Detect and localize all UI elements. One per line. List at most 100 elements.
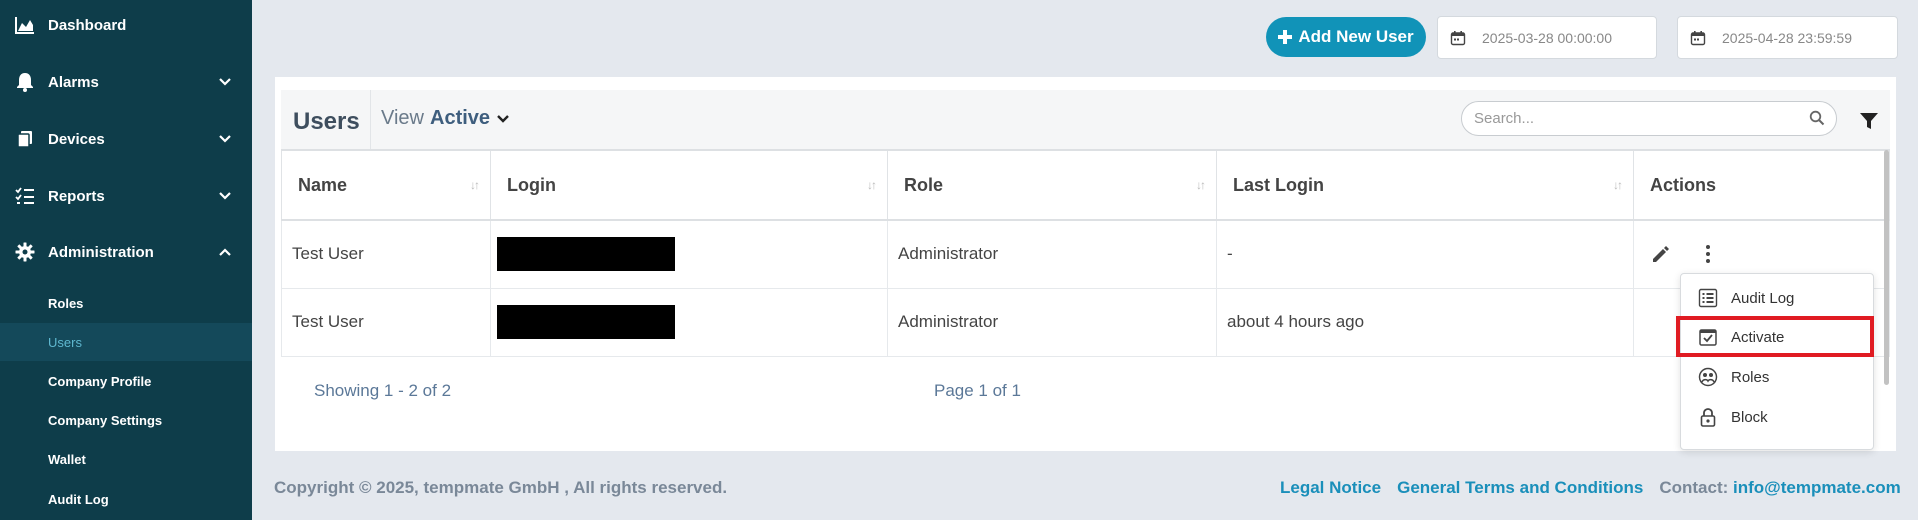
menu-item-audit-log[interactable]: Audit Log [1681, 278, 1873, 318]
column-label: Login [507, 174, 556, 195]
cell-last-login: - [1216, 219, 1634, 289]
date-to-picker[interactable]: 2025-04-28 23:59:59 [1677, 16, 1898, 59]
legal-notice-link[interactable]: Legal Notice [1280, 478, 1381, 498]
copyright-text: Copyright © 2025, tempmate GmbH , All ri… [274, 478, 728, 497]
cell-role: Administrator [887, 287, 1217, 357]
menu-item-activate[interactable]: Activate [1681, 317, 1873, 357]
redacted-login [497, 305, 675, 339]
nav-dashboard[interactable]: Dashboard [0, 5, 252, 45]
plus-icon [1278, 30, 1293, 44]
column-label: Last Login [1233, 174, 1324, 195]
list-check-icon [14, 185, 36, 207]
cell-login [490, 219, 888, 289]
sidebar-item-label: Audit Log [48, 491, 109, 507]
menu-item-label: Roles [1731, 368, 1770, 386]
page-title: Users [293, 108, 360, 135]
device-icon [14, 128, 36, 150]
menu-item-roles[interactable]: Roles [1681, 357, 1873, 397]
list-icon [1698, 288, 1718, 308]
sort-icon[interactable]: ↓↑ [1196, 178, 1206, 192]
redacted-login [497, 237, 675, 272]
cell-role: Administrator [887, 219, 1217, 289]
table-row: Test User Administrator about 4 hours ag… [281, 287, 1890, 357]
chevron-up-icon [219, 248, 231, 256]
chevron-down-icon [497, 114, 509, 123]
contact: Contact: info@tempmate.com [1659, 478, 1900, 498]
menu-item-label: Block [1731, 408, 1768, 426]
sidebar-item-company-profile[interactable]: Company Profile [0, 362, 252, 400]
row-actions-menu: Audit Log Activate Roles Block [1680, 273, 1874, 450]
sidebar-item-company-settings[interactable]: Company Settings [0, 401, 252, 439]
column-header-name[interactable]: Name ↓↑ [281, 149, 491, 221]
date-from-picker[interactable]: 2025-03-28 00:00:00 [1437, 16, 1657, 59]
cell-login [490, 287, 888, 357]
view-filter-dropdown[interactable]: View Active [381, 107, 510, 130]
menu-item-label: Activate [1731, 328, 1785, 346]
cell-name: Test User [281, 287, 491, 357]
gear-icon [14, 241, 36, 263]
chevron-down-icon [219, 135, 231, 143]
edit-pencil-icon[interactable] [1650, 243, 1672, 265]
lock-icon [1700, 408, 1716, 427]
page-indicator: Page 1 of 1 [934, 381, 1021, 400]
cell-last-login: about 4 hours ago [1216, 287, 1634, 357]
search-icon[interactable] [1809, 110, 1825, 126]
date-to-value: 2025-04-28 23:59:59 [1722, 29, 1852, 46]
sidebar-item-label: Wallet [48, 451, 86, 467]
sidebar-item-label: Roles [48, 295, 84, 311]
nav-label: Administration [48, 243, 154, 261]
divider [370, 90, 371, 149]
column-label: Actions [1650, 174, 1717, 195]
card-header: Users View Active [281, 90, 1890, 149]
sidebar-item-audit-log[interactable]: Audit Log [0, 480, 252, 518]
add-new-user-label: Add New User [1298, 27, 1414, 46]
nav-label: Dashboard [48, 16, 127, 34]
column-label: Role [904, 174, 944, 195]
column-label: Name [298, 174, 348, 195]
nav-alarms[interactable]: Alarms [0, 62, 252, 102]
menu-item-label: Audit Log [1731, 289, 1795, 307]
sidebar-item-wallet[interactable]: Wallet [0, 440, 252, 478]
sort-icon[interactable]: ↓↑ [1613, 178, 1623, 192]
sidebar: Dashboard Alarms Devices Reports Adminis… [0, 0, 252, 520]
filter-icon[interactable] [1859, 111, 1879, 131]
view-prefix: View [381, 107, 424, 129]
showing-count: Showing 1 - 2 of 2 [314, 381, 452, 400]
users-circle-icon [1698, 367, 1718, 387]
footer-links: Legal Notice General Terms and Condition… [1280, 478, 1901, 498]
view-value: Active [430, 107, 491, 129]
contact-email-link[interactable]: info@tempmate.com [1733, 478, 1901, 497]
table-header-row: Name ↓↑ Login ↓↑ Role ↓↑ Last Login ↓↑ Actio… [281, 149, 1890, 221]
sidebar-item-label: Company Settings [48, 412, 163, 428]
calendar-icon [1450, 30, 1466, 45]
column-header-actions: Actions [1633, 149, 1890, 221]
sidebar-item-users[interactable]: Users [0, 323, 252, 361]
nav-administration[interactable]: Administration [0, 232, 252, 272]
calendar-check-icon [1699, 329, 1717, 346]
search-input[interactable] [1461, 101, 1837, 136]
cell-name: Test User [281, 219, 491, 289]
column-header-login[interactable]: Login ↓↑ [490, 149, 888, 221]
nav-label: Alarms [48, 73, 99, 91]
sort-icon[interactable]: ↓↑ [470, 178, 480, 192]
column-header-role[interactable]: Role ↓↑ [887, 149, 1217, 221]
add-new-user-button[interactable]: Add New User [1266, 17, 1426, 57]
terms-link[interactable]: General Terms and Conditions [1397, 478, 1643, 498]
calendar-icon [1690, 30, 1706, 45]
more-vertical-icon[interactable] [1697, 243, 1719, 265]
sort-icon[interactable]: ↓↑ [867, 178, 877, 192]
bell-icon [14, 71, 36, 93]
scrollbar[interactable] [1884, 150, 1889, 385]
sidebar-item-label: Company Profile [48, 373, 152, 389]
nav-devices[interactable]: Devices [0, 119, 252, 159]
contact-label: Contact: [1659, 478, 1729, 497]
chart-area-icon [14, 14, 36, 36]
chevron-down-icon [219, 78, 231, 86]
menu-item-block[interactable]: Block [1681, 397, 1873, 437]
sidebar-item-roles[interactable]: Roles [0, 284, 252, 322]
column-header-last-login[interactable]: Last Login ↓↑ [1216, 149, 1634, 221]
chevron-down-icon [219, 192, 231, 200]
nav-label: Reports [48, 187, 105, 205]
users-table: Name ↓↑ Login ↓↑ Role ↓↑ Last Login ↓↑ Actio… [281, 149, 1890, 357]
nav-reports[interactable]: Reports [0, 176, 252, 216]
